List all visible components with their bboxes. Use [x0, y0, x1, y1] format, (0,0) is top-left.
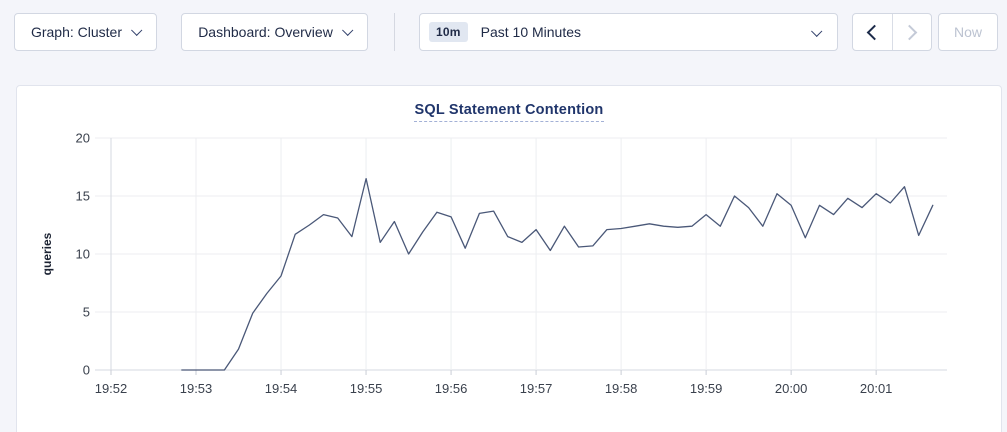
dashboard-dropdown-label: Dashboard: Overview: [198, 24, 333, 40]
contention-chart-svg[interactable]: 0 5 10 15 20 19:52 19:53 19:54 19:55 19:56 19:57 19…: [17, 86, 1001, 432]
graph-scope-dropdown-label: Graph: Cluster: [31, 24, 122, 40]
dashboard-dropdown[interactable]: Dashboard: Overview: [181, 13, 368, 51]
y-tick-label: 0: [83, 363, 90, 378]
chevron-down-icon: [131, 24, 142, 35]
y-axis-label: queries: [40, 232, 54, 275]
chevron-left-icon: [867, 24, 883, 40]
x-tick-label: 19:57: [520, 381, 553, 396]
x-tick-label: 20:01: [860, 381, 893, 396]
now-button[interactable]: Now: [938, 13, 998, 51]
graph-scope-dropdown[interactable]: Graph: Cluster: [14, 13, 157, 51]
time-range-label: Past 10 Minutes: [481, 24, 581, 40]
next-time-window-button[interactable]: [892, 14, 931, 50]
x-tick-label: 19:54: [265, 381, 298, 396]
y-tick-label: 15: [76, 189, 90, 204]
x-tick-label: 19:52: [95, 381, 128, 396]
x-tick-label: 19:56: [435, 381, 468, 396]
y-tick-label: 5: [83, 305, 90, 320]
x-tick-label: 19:55: [350, 381, 383, 396]
y-tick-label: 20: [76, 131, 90, 146]
chevron-down-icon: [342, 24, 353, 35]
now-button-label: Now: [954, 24, 982, 40]
chart-title-wrap: SQL Statement Contention: [17, 101, 1001, 122]
toolbar-divider: [394, 13, 395, 51]
x-tick-label: 19:53: [180, 381, 213, 396]
x-tick-label: 20:00: [775, 381, 808, 396]
chevron-right-icon: [902, 24, 918, 40]
series-line: [182, 179, 933, 370]
chart-title[interactable]: SQL Statement Contention: [414, 102, 603, 122]
chevron-down-icon: [811, 26, 822, 37]
time-range-dropdown[interactable]: 10m Past 10 Minutes: [419, 13, 838, 51]
time-range-badge: 10m: [429, 22, 468, 42]
app-screen: Graph: Cluster Dashboard: Overview 10m P…: [0, 0, 1007, 432]
time-window-pager: [852, 13, 932, 51]
x-tick-label: 19:58: [605, 381, 638, 396]
chart-card: 0 5 10 15 20 19:52 19:53 19:54 19:55 19:56 19:57 19…: [16, 85, 1002, 432]
x-tick-label: 19:59: [690, 381, 723, 396]
prev-time-window-button[interactable]: [853, 14, 892, 50]
y-tick-label: 10: [76, 247, 90, 262]
